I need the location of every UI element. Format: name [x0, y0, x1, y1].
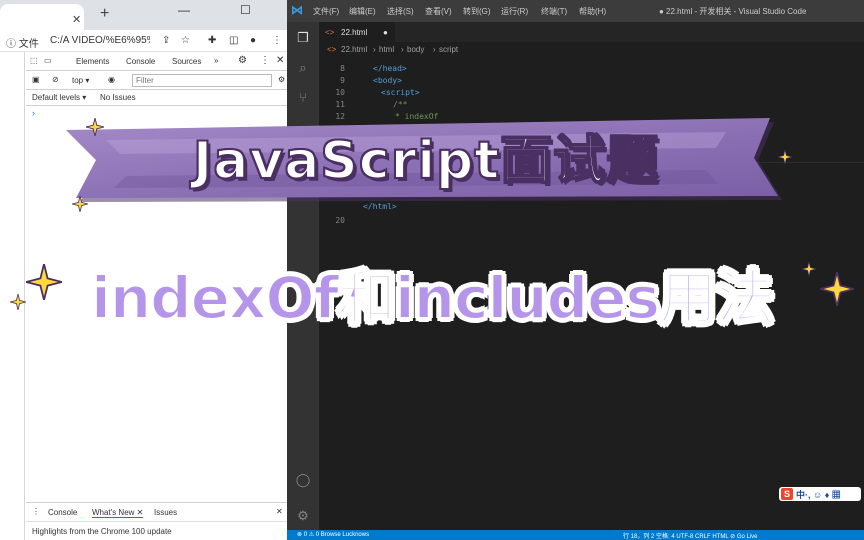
breadcrumb: <> 22.html › html › body › script: [319, 42, 864, 58]
eye-icon[interactable]: ◉: [108, 75, 115, 84]
inspect-icon[interactable]: ⬚: [30, 56, 38, 65]
menu-terminal[interactable]: 终端(T): [541, 6, 567, 17]
more-tabs-icon[interactable]: »: [214, 56, 218, 65]
close-tab-icon[interactable]: ✕: [72, 13, 81, 26]
minimize-button[interactable]: —: [178, 3, 190, 17]
line-number: 8: [340, 64, 345, 73]
breadcrumb-sep: ›: [373, 45, 376, 54]
new-tab-button[interactable]: +: [100, 5, 109, 23]
breadcrumb-file[interactable]: 22.html: [341, 45, 367, 54]
search-icon[interactable]: ⌕: [295, 60, 311, 76]
console-prompt[interactable]: ›: [32, 108, 35, 118]
drawer-tab-issues[interactable]: Issues: [154, 508, 177, 517]
sogou-logo-icon: S: [781, 488, 793, 500]
clear-console-icon[interactable]: ⊘: [52, 75, 59, 84]
address-bar[interactable]: ⓘ 文件 C:/A VIDEO/%E6%95%B0%E6%8D%AE/JS...…: [0, 30, 287, 52]
profile-icon[interactable]: ●: [250, 35, 256, 46]
browser-tab[interactable]: ✕: [0, 4, 84, 30]
more-options-icon[interactable]: ⋮: [260, 55, 270, 66]
menu-edit[interactable]: 编辑(E): [349, 6, 376, 17]
menu-go[interactable]: 转到(G): [463, 6, 491, 17]
vscode-titlebar: ⋈ 文件(F) 编辑(E) 选择(S) 查看(V) 转到(G) 运行(R) 终端…: [287, 0, 864, 22]
devtools-drawer: ⋮ Console What's New ✕ Issues ✕ Highligh…: [26, 502, 287, 540]
breadcrumb-sep: ›: [433, 45, 436, 54]
ime-status[interactable]: 中·, ☺ ♦ ▦: [796, 488, 841, 501]
code-line[interactable]: <body>: [373, 76, 402, 85]
line-number: 11: [335, 100, 345, 109]
tab-console[interactable]: Console: [126, 57, 155, 66]
breadcrumb-html[interactable]: html: [379, 45, 394, 54]
tab-sources[interactable]: Sources: [172, 57, 201, 66]
drawer-tab-console[interactable]: Console: [48, 508, 77, 517]
line-number: 10: [335, 88, 345, 97]
menu-icon[interactable]: ⋮: [272, 35, 282, 46]
default-levels-dropdown[interactable]: Default levels ▾: [32, 93, 86, 102]
close-drawer-icon[interactable]: ✕: [276, 507, 283, 516]
manage-gear-icon[interactable]: ⚙: [295, 508, 311, 524]
site-info-icon[interactable]: ⓘ 文件: [6, 35, 39, 50]
sparkle-icon: [802, 262, 816, 276]
sparkle-icon: [26, 264, 62, 300]
sparkle-icon: [778, 150, 792, 164]
url-text[interactable]: C:/A VIDEO/%E6%95%B0%E6%8D%AE/JS...: [50, 35, 150, 46]
status-bar: ⊗ 0 ⚠ 0 Browse Lucknows 行 18，列 2 空格: 4 U…: [287, 530, 864, 540]
console-levels-bar: Default levels ▾ No Issues: [26, 90, 287, 106]
window-title: ● 22.html - 开发相关 - Visual Studio Code: [659, 7, 807, 16]
line-number: 9: [340, 76, 345, 85]
browser-tabstrip: ✕ + — ☐: [0, 0, 287, 30]
sparkle-icon: [820, 272, 854, 306]
sparkle-icon: [86, 118, 104, 136]
html-file-icon: <>: [325, 28, 335, 37]
extension-icon[interactable]: ✚: [208, 35, 216, 46]
source-control-icon[interactable]: ⑂: [295, 90, 311, 106]
editor-tab-active[interactable]: <> 22.html ●: [319, 22, 395, 42]
menu-help[interactable]: 帮助(H): [579, 6, 606, 17]
sparkle-icon: [72, 196, 88, 212]
breadcrumb-sep: ›: [401, 45, 404, 54]
close-devtools-icon[interactable]: ✕: [276, 55, 284, 66]
subtitle-text: indexOf和includes用法: [90, 263, 775, 333]
context-selector[interactable]: top ▾: [72, 76, 89, 85]
editor-tab-label[interactable]: 22.html: [341, 28, 367, 37]
issues-button[interactable]: No Issues: [100, 93, 136, 102]
code-line[interactable]: <script>: [381, 88, 420, 97]
maximize-button[interactable]: ☐: [240, 3, 251, 17]
sidebar-icon[interactable]: ◫: [229, 35, 238, 46]
breadcrumb-body[interactable]: body: [407, 45, 424, 54]
menu-view[interactable]: 查看(V): [425, 6, 452, 17]
status-problems[interactable]: ⊗ 0 ⚠ 0 Browse Lucknows: [297, 531, 369, 538]
menu-run[interactable]: 运行(R): [501, 6, 528, 17]
share-icon[interactable]: ⇪: [162, 35, 170, 46]
sparkle-icon: [10, 294, 26, 310]
console-filter-input[interactable]: [132, 74, 272, 87]
line-number: 20: [335, 216, 345, 225]
whats-new-content: Highlights from the Chrome 100 update: [26, 521, 287, 540]
gear-icon[interactable]: ⚙: [238, 55, 247, 66]
console-settings-icon[interactable]: ⚙: [278, 75, 285, 84]
drawer-menu-icon[interactable]: ⋮: [32, 507, 40, 516]
unsaved-dot-icon[interactable]: ●: [383, 28, 388, 37]
menu-selection[interactable]: 选择(S): [387, 6, 414, 17]
title-banner: JavaScript面试题: [66, 118, 786, 204]
breadcrumb-script[interactable]: script: [439, 45, 458, 54]
star-icon[interactable]: ☆: [181, 35, 190, 46]
menu-file[interactable]: 文件(F): [313, 6, 339, 17]
status-right-items[interactable]: 行 18，列 2 空格: 4 UTF-8 CRLF HTML ⊘ Go Live: [623, 531, 758, 540]
html-file-icon: <>: [327, 45, 337, 54]
code-line[interactable]: </head>: [373, 64, 407, 73]
editor-tabbar: <> 22.html ●: [319, 22, 864, 42]
console-filterbar: ▣ ⊘ top ▾ ◉ ⚙: [26, 71, 287, 90]
drawer-tab-whats-new[interactable]: What's New ✕: [92, 508, 144, 518]
vscode-logo-icon: ⋈: [291, 3, 303, 17]
tab-elements[interactable]: Elements: [76, 57, 109, 66]
code-line[interactable]: /**: [393, 100, 407, 109]
highlights-text: Highlights from the Chrome 100 update: [32, 527, 172, 536]
devtools-tabbar: ⬚ ▭ Elements Console Sources » ⚙ ⋮ ✕: [26, 52, 287, 71]
sidebar-toggle-icon[interactable]: ▣: [32, 75, 40, 84]
account-icon[interactable]: ◯: [295, 472, 311, 488]
ime-toolbar[interactable]: S 中·, ☺ ♦ ▦: [779, 487, 861, 501]
title-text: JavaScript面试题: [192, 130, 660, 192]
explorer-icon[interactable]: ❐: [295, 30, 311, 46]
device-icon[interactable]: ▭: [44, 56, 52, 65]
